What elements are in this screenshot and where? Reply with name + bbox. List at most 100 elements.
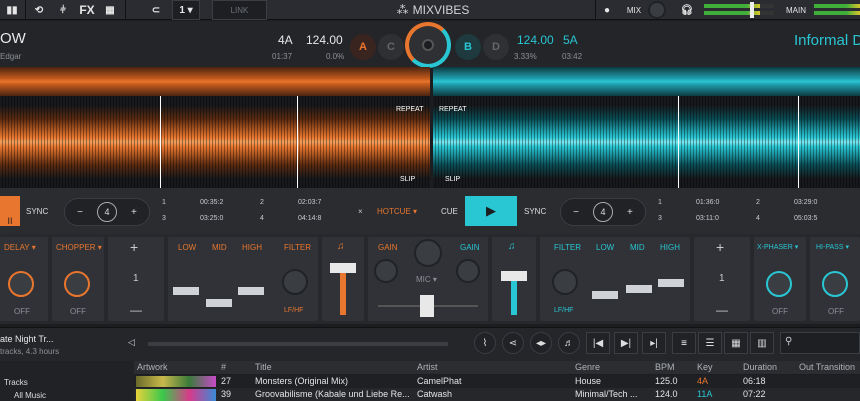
headphone-volume-slider[interactable]: [750, 2, 754, 18]
eq-low-fader[interactable]: [173, 287, 199, 295]
deck-b-button[interactable]: B: [455, 34, 481, 60]
col-out-transition[interactable]: Out Transition: [796, 361, 860, 374]
deck-b-cue-button[interactable]: CUE: [441, 207, 458, 216]
col-duration[interactable]: Duration: [740, 361, 796, 374]
hotcue-1-time[interactable]: 00:35:2: [200, 199, 223, 206]
col-title[interactable]: Title: [252, 361, 416, 374]
fx-button[interactable]: FX: [78, 0, 96, 20]
loop-plus-icon[interactable]: +: [131, 207, 137, 218]
fx-plus-button[interactable]: +: [130, 239, 138, 255]
deck-a-overview-waveform[interactable]: [0, 67, 430, 96]
fx2-select[interactable]: CHOPPER ▾: [56, 243, 102, 252]
load-next-icon[interactable]: ▸|: [642, 332, 666, 354]
fx-minus-button[interactable]: —: [716, 303, 728, 317]
list-view-icon[interactable]: ≡: [672, 332, 696, 354]
filter-knob[interactable]: [552, 269, 578, 295]
deck-b-main-waveform[interactable]: REPEAT SLIP: [433, 96, 860, 188]
eq-high-fader[interactable]: [238, 287, 264, 295]
fx4-select[interactable]: HI-PASS ▾: [816, 243, 849, 251]
eq-mid-fader[interactable]: [206, 299, 232, 307]
fx3-select[interactable]: X-PHASER ▾: [757, 243, 798, 251]
deck-a-repeat-label[interactable]: REPEAT: [396, 106, 424, 113]
table-row[interactable]: 39 Groovabilisme (Kabale und Liebe Re...…: [134, 388, 860, 401]
sidebar-item-tracks[interactable]: Tracks: [4, 378, 28, 387]
playlist-title[interactable]: ate Night Tr...: [0, 334, 54, 344]
col-artist[interactable]: Artist: [414, 361, 572, 374]
deck-b-sync-button[interactable]: SYNC: [524, 207, 546, 216]
hotcue-3-time[interactable]: 03:11:0: [696, 215, 719, 222]
menu-icon[interactable]: ▮▮: [4, 0, 20, 20]
deck-c-button[interactable]: C: [378, 34, 404, 60]
magnet-icon[interactable]: ⊂: [146, 0, 166, 20]
deck-a-hotcue-select[interactable]: HOTCUE ▾: [377, 207, 417, 216]
table-row[interactable]: 27 Monsters (Original Mix) CamelPhat Hou…: [134, 375, 860, 388]
deck-select[interactable]: 1 ▾: [172, 0, 200, 20]
col-bpm[interactable]: BPM: [652, 361, 694, 374]
hotcue-4-time[interactable]: 05:03:5: [794, 215, 817, 222]
deck-a-play-button[interactable]: II: [0, 196, 20, 226]
fx1-knob[interactable]: [8, 271, 34, 297]
deck-b-play-button[interactable]: ▶: [465, 196, 517, 226]
search-input[interactable]: ⚲: [780, 332, 860, 354]
deck-b-slip-label[interactable]: SLIP: [445, 176, 460, 183]
deck-a-loop-size[interactable]: 4: [97, 202, 117, 222]
mix-volume-knob[interactable]: [648, 1, 666, 19]
link-button[interactable]: LINK: [212, 0, 267, 20]
deck-a-slip-label[interactable]: SLIP: [400, 176, 415, 183]
deck-a-main-waveform[interactable]: REPEAT SLIP: [0, 96, 430, 188]
sampler-icon[interactable]: ♬: [558, 332, 580, 354]
deck-a-clear-icon[interactable]: ×: [358, 207, 363, 216]
fx4-knob[interactable]: [822, 271, 848, 297]
deck-b-volume-fader[interactable]: [501, 271, 527, 281]
deck-a-button[interactable]: A: [350, 34, 376, 60]
deck-b-repeat-label[interactable]: REPEAT: [439, 106, 467, 113]
preview-icon[interactable]: ◁: [128, 337, 135, 348]
fx-minus-button[interactable]: —: [130, 303, 142, 317]
eq-high-fader[interactable]: [658, 279, 684, 287]
deck-b-loop-size[interactable]: 4: [593, 202, 613, 222]
columns-view-icon[interactable]: ▥: [750, 332, 774, 354]
share-icon[interactable]: ⋖: [502, 332, 524, 354]
load-deck-b-icon[interactable]: ▶|: [614, 332, 638, 354]
deck-b-overview-waveform[interactable]: [433, 67, 860, 96]
loop-minus-icon[interactable]: −: [77, 207, 83, 218]
grid-icon[interactable]: ▦: [100, 0, 120, 20]
headphones-icon[interactable]: ♫: [337, 241, 345, 252]
col-genre[interactable]: Genre: [572, 361, 652, 374]
hotcue-3-time[interactable]: 03:25:0: [200, 215, 223, 222]
eq-mid-fader[interactable]: [626, 285, 652, 293]
deck-b-gain-knob[interactable]: [456, 259, 480, 283]
hotcue-4-time[interactable]: 04:14:8: [298, 215, 321, 222]
fx2-knob[interactable]: [64, 271, 90, 297]
mic-icon[interactable]: ⌇: [474, 332, 496, 354]
load-deck-a-icon[interactable]: |◀: [586, 332, 610, 354]
sync-arrows-icon[interactable]: ⟲: [30, 0, 48, 20]
eq-low-fader[interactable]: [592, 291, 618, 299]
hotcue-1-time[interactable]: 01:36:0: [696, 199, 719, 206]
preview-seek-bar[interactable]: [148, 342, 448, 346]
crossfader[interactable]: [420, 295, 434, 317]
fx3-knob[interactable]: [766, 271, 792, 297]
filter-knob[interactable]: [282, 269, 308, 295]
sidebar-item-all-music[interactable]: All Music: [14, 391, 46, 400]
col-number[interactable]: #: [218, 361, 252, 374]
col-key[interactable]: Key: [694, 361, 740, 374]
hotcue-2-time[interactable]: 03:29:0: [794, 199, 817, 206]
hotcue-2-time[interactable]: 02:03:7: [298, 199, 321, 206]
deck-a-volume-fader[interactable]: [330, 263, 356, 273]
crossfader-jog-display[interactable]: [405, 22, 451, 68]
prelisten-icon[interactable]: ◂▸: [530, 332, 552, 354]
mic-knob[interactable]: [414, 239, 442, 267]
fx1-select[interactable]: DELAY ▾: [4, 243, 36, 252]
loop-plus-icon[interactable]: +: [627, 207, 633, 218]
detail-view-icon[interactable]: ☰: [698, 332, 722, 354]
deck-d-button[interactable]: D: [483, 34, 509, 60]
mic-select[interactable]: MIC ▾: [416, 275, 437, 284]
loop-minus-icon[interactable]: −: [573, 207, 579, 218]
col-artwork[interactable]: Artwork: [134, 361, 218, 374]
deck-a-gain-knob[interactable]: [374, 259, 398, 283]
mixer-sliders-icon[interactable]: ⫩: [54, 0, 72, 20]
record-icon[interactable]: ●: [600, 0, 614, 20]
deck-a-sync-button[interactable]: SYNC: [26, 207, 48, 216]
grid-view-icon[interactable]: ▦: [724, 332, 748, 354]
